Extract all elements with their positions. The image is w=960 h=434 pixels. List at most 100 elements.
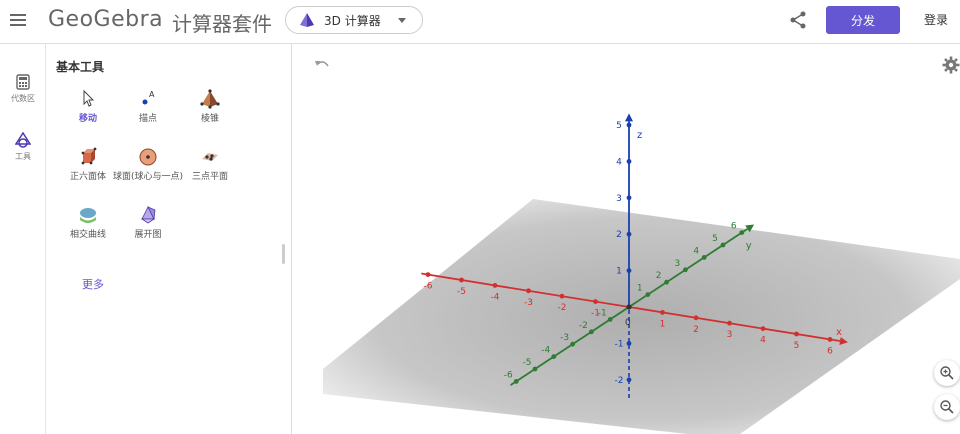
y-axis-tick-mark — [664, 279, 669, 285]
x-axis-tick-mark — [593, 299, 598, 304]
x-axis-tick-mark — [727, 320, 732, 326]
y-axis-label: y — [746, 241, 752, 252]
x-axis-tick-mark — [693, 315, 699, 321]
y-axis-tick-mark — [645, 292, 651, 297]
panel-resize-handle[interactable] — [282, 244, 285, 264]
z-axis-tick-mark — [626, 159, 632, 164]
zoom-out-icon — [940, 400, 954, 414]
x-axis-tick-mark — [492, 283, 498, 288]
x-axis-tick-mark — [559, 293, 565, 299]
z-axis-tick-label: 1 — [616, 267, 622, 277]
tool-panel-title: 基本工具 — [56, 60, 105, 74]
y-axis-tick-label: 6 — [731, 222, 737, 232]
svg-text:A: A — [149, 90, 155, 99]
nav-item-tools[interactable]: 工具 — [0, 132, 46, 162]
z-axis-tick-label: 3 — [616, 194, 622, 204]
tool-label: 正六面体 — [69, 172, 106, 182]
tool-label: 移动 — [78, 114, 97, 124]
gear-icon[interactable] — [942, 56, 960, 74]
y-axis-tick-mark — [532, 366, 538, 372]
x-axis-tick-label: 1 — [660, 319, 666, 329]
graphics-3d-view[interactable]: -6 -5 -4 -3 -2 -1 1 2 3 4 5 6 -6 -5 -4 -3 -2 -1 1 2 3 4 5 6 -2 -1… — [293, 44, 960, 434]
origin-label: 0 — [625, 318, 631, 328]
tools-icon — [15, 132, 31, 148]
tool-label: 展开图 — [134, 230, 162, 240]
nav-item-algebra[interactable]: 代数区 — [0, 74, 46, 104]
y-axis-tick-mark — [551, 354, 557, 359]
x-axis-tick-mark — [526, 288, 531, 294]
tool-pyramid[interactable]: 棱锥 — [172, 88, 248, 125]
pyramid-icon — [300, 13, 314, 27]
x-axis-tick-label: -4 — [491, 292, 500, 302]
tool-panel: 基本工具 移动 A 描点 棱锥 正六面体 球面(球心与一点) 三点平面 相交曲线… — [46, 44, 292, 434]
calculator-icon — [16, 74, 30, 90]
y-axis-tick-label: 1 — [637, 284, 643, 294]
y-axis-tick-label: -4 — [541, 346, 550, 356]
x-axis-tick-label: -5 — [457, 287, 466, 297]
x-axis-tick-label: 5 — [794, 341, 800, 351]
y-axis-tick-mark — [683, 267, 688, 273]
y-axis-tick-mark — [739, 230, 745, 236]
origin-point — [626, 304, 632, 310]
cube-icon — [81, 147, 97, 165]
nav-item-label: 代数区 — [11, 94, 35, 103]
pyramid-tool-icon — [200, 89, 220, 109]
intersect-curve-icon — [80, 208, 96, 223]
y-axis-tick-mark — [589, 329, 594, 335]
y-axis-tick-label: 3 — [675, 259, 681, 269]
top-bar: GeoGebra 计算器套件 3D 计算器 分发 登录 — [0, 0, 960, 44]
share-icon[interactable] — [788, 10, 808, 30]
zoom-in-button[interactable] — [934, 360, 960, 386]
z-axis-tick-label: -1 — [615, 339, 624, 349]
y-axis-tick-label: 4 — [693, 246, 699, 256]
x-axis-tick-mark — [794, 331, 799, 337]
calculator-select[interactable]: 3D 计算器 — [285, 6, 423, 34]
x-axis-tick-label: 6 — [827, 346, 833, 356]
menu-icon[interactable] — [8, 10, 28, 30]
y-axis-tick-label: 2 — [656, 271, 662, 281]
tool-label: 描点 — [138, 114, 157, 124]
x-axis-tick-mark — [827, 337, 833, 342]
zoom-out-button[interactable] — [934, 394, 960, 420]
x-axis-tick-mark — [425, 272, 431, 277]
share-button[interactable]: 分发 — [826, 6, 900, 34]
tool-label: 三点平面 — [191, 172, 228, 182]
y-axis-tick-label: -1 — [598, 308, 607, 318]
x-axis-tick-label: -6 — [424, 282, 433, 292]
x-axis-tick-mark — [660, 310, 665, 315]
sphere-icon — [139, 148, 157, 166]
z-axis-tick-mark — [626, 195, 632, 201]
y-axis-tick-mark — [570, 341, 575, 347]
y-axis-tick-mark — [701, 255, 707, 260]
x-axis-tick-label: -2 — [558, 303, 567, 313]
z-axis-tick-label: 4 — [616, 157, 622, 167]
nav-item-label: 工具 — [15, 152, 31, 161]
x-axis-tick-label: 4 — [760, 336, 766, 346]
left-nav: 代数区 工具 — [0, 44, 46, 434]
tool-label: 棱锥 — [200, 114, 219, 124]
tool-plane-three-points[interactable]: 三点平面 — [172, 146, 248, 183]
net-icon — [140, 206, 156, 224]
x-axis-tick-mark — [760, 326, 766, 331]
y-axis-tick-label: -5 — [523, 358, 532, 368]
tool-net[interactable]: 展开图 — [110, 204, 186, 241]
x-axis-tick-label: 2 — [693, 325, 699, 335]
plane-icon — [202, 153, 218, 161]
y-axis-tick-label: 5 — [712, 234, 718, 244]
z-axis-tick-mark — [626, 268, 632, 273]
login-button[interactable]: 登录 — [924, 11, 948, 28]
geogebra-logo: GeoGebra — [48, 7, 164, 32]
x-axis-tick-mark — [459, 277, 464, 283]
y-axis-tick-label: -2 — [579, 321, 588, 331]
y-axis-tick-label: -3 — [560, 333, 569, 343]
z-axis-arrow — [625, 113, 633, 122]
tool-label: 相交曲线 — [69, 230, 106, 240]
xy-plane — [323, 199, 960, 434]
more-tools-link[interactable]: 更多 — [82, 276, 104, 292]
z-axis-tick-label: 5 — [616, 121, 622, 131]
app-title: 计算器套件 — [172, 12, 272, 36]
z-axis-tick-mark — [626, 231, 632, 237]
z-axis-label: z — [637, 130, 642, 141]
z-axis-tick-label: 2 — [616, 230, 622, 240]
undo-icon[interactable] — [314, 58, 330, 72]
